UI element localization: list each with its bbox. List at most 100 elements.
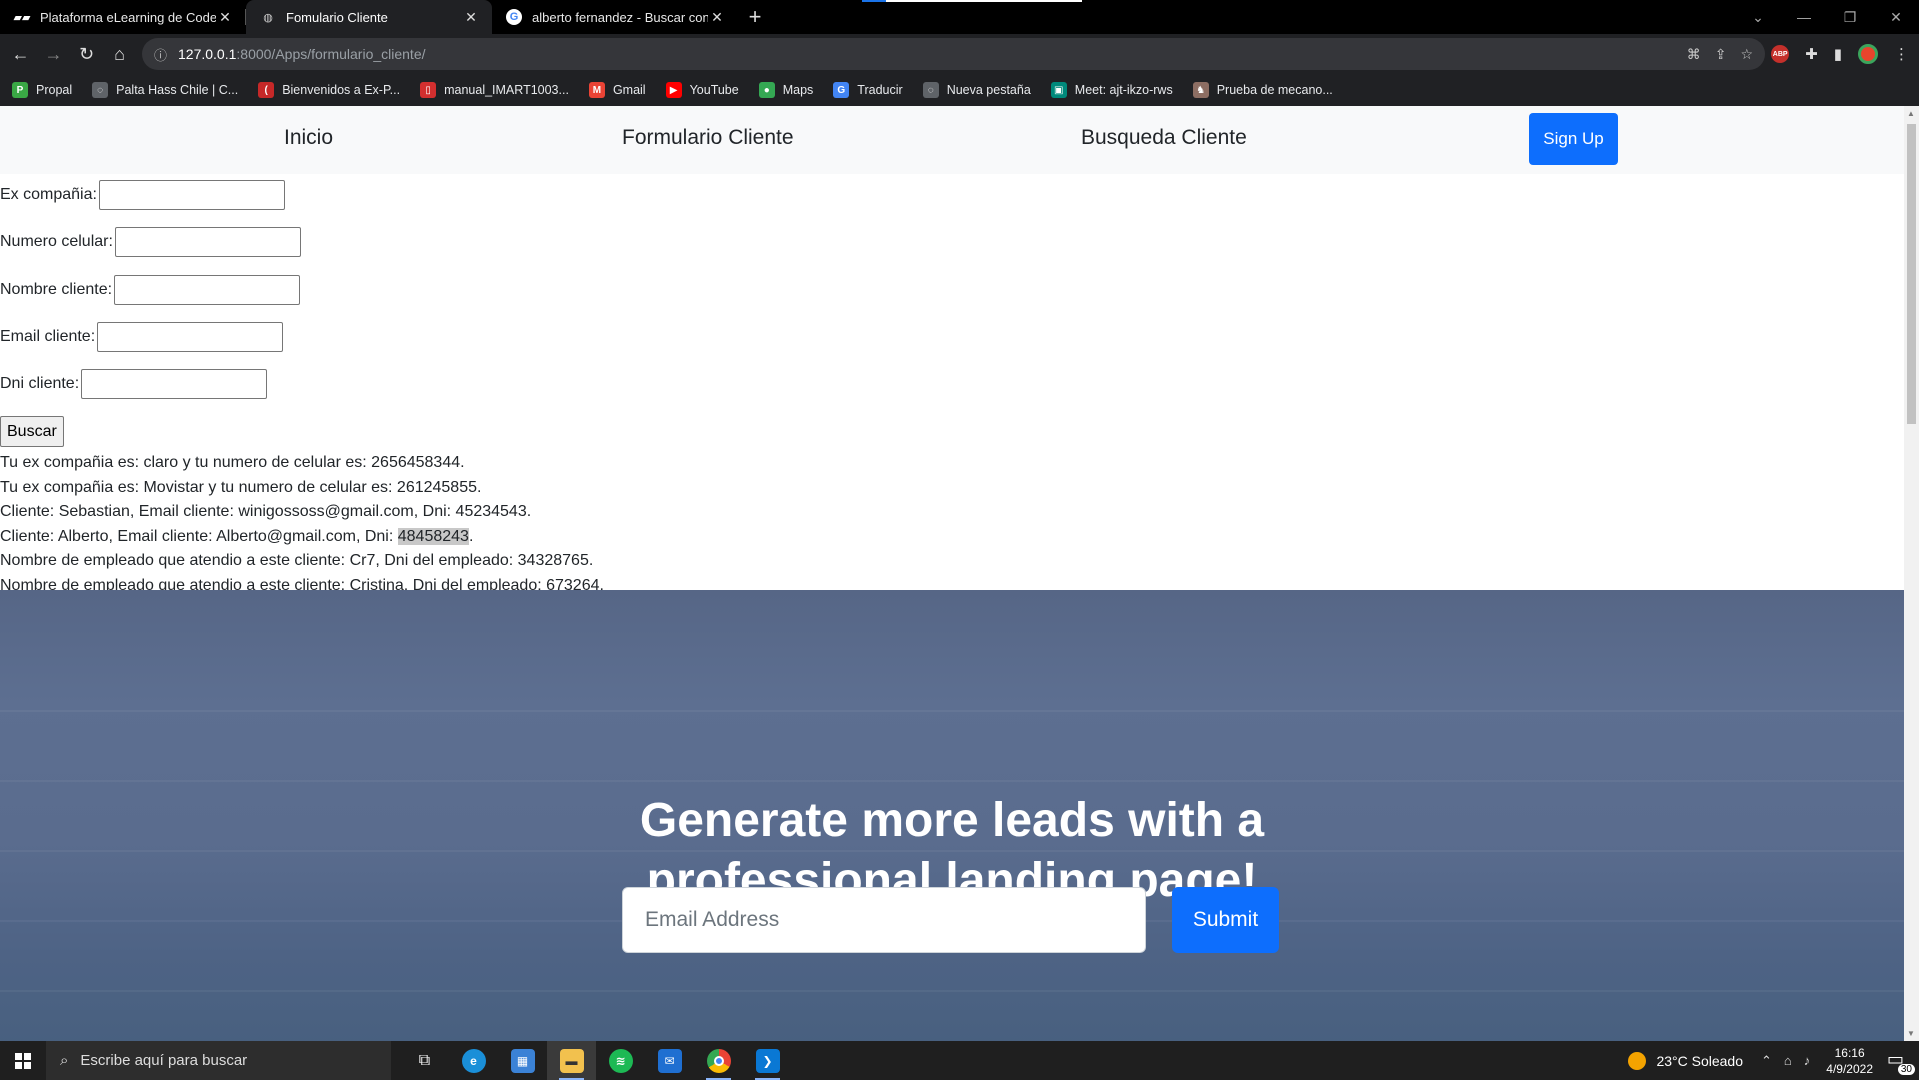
- field-label: Nombre cliente:: [0, 281, 113, 298]
- selected-dni-text: 48458243: [397, 527, 469, 545]
- reload-icon[interactable]: ↻: [70, 38, 103, 70]
- profile-avatar[interactable]: [1858, 44, 1878, 64]
- form-row-numero-celular: Numero celular:: [0, 227, 301, 257]
- bookmark-label: YouTube: [689, 83, 739, 97]
- translate-icon[interactable]: ⌘: [1687, 46, 1701, 63]
- system-tray: 23°C Soleado ⌃ ⌂ ♪ 16:16 4/9/2022 ▭ 30: [1628, 1041, 1919, 1080]
- file-explorer-icon[interactable]: ▬: [547, 1041, 596, 1080]
- start-button[interactable]: [0, 1041, 46, 1080]
- bookmark-item[interactable]: ▣ Meet: ajt-ikzo-rws: [1050, 82, 1173, 98]
- weather-text[interactable]: 23°C Soleado: [1656, 1053, 1743, 1069]
- nav-link-busqueda-cliente[interactable]: Busqueda Cliente: [1081, 126, 1247, 150]
- tab-formulario-cliente[interactable]: ◍ Fomulario Cliente ✕: [246, 0, 492, 34]
- bookmark-label: Nueva pestaña: [946, 83, 1031, 97]
- water-texture: [0, 710, 1904, 712]
- clock-date: 4/9/2022: [1826, 1061, 1873, 1076]
- chrome-icon[interactable]: [694, 1041, 743, 1080]
- search-icon: ⌕: [60, 1052, 69, 1069]
- tab-title: alberto fernandez - Buscar con Google: [532, 9, 708, 25]
- headline-line: Generate more leads with a: [639, 794, 1265, 847]
- taskbar-search-box[interactable]: ⌕ Escribe aquí para buscar: [46, 1041, 391, 1080]
- minimize-icon[interactable]: —: [1781, 9, 1827, 25]
- close-tab-icon[interactable]: ✕: [216, 9, 234, 26]
- buscar-button[interactable]: Buscar: [0, 416, 64, 447]
- email-address-input[interactable]: Email Address: [622, 887, 1146, 953]
- new-tab-button[interactable]: +: [738, 0, 772, 34]
- chevron-up-icon[interactable]: ⌃: [1761, 1053, 1772, 1069]
- email-cliente-input[interactable]: [97, 322, 284, 352]
- bookmark-favicon-icon: ◌: [92, 82, 109, 98]
- nav-link-formulario-cliente[interactable]: Formulario Cliente: [622, 126, 794, 150]
- bookmark-star-icon[interactable]: ☆: [1740, 46, 1753, 63]
- bookmark-item[interactable]: (Bienvenidos a Ex-P...: [258, 82, 400, 98]
- bookmark-item[interactable]: ● Maps: [758, 82, 813, 98]
- tab-google-search[interactable]: G alberto fernandez - Buscar con Google …: [492, 0, 738, 34]
- page-viewport: Inicio Formulario Cliente Busqueda Clien…: [0, 106, 1904, 1041]
- extensions-puzzle-icon[interactable]: ✚: [1805, 45, 1818, 63]
- back-icon[interactable]: ←: [4, 38, 37, 70]
- bookmark-item[interactable]: ▶ YouTube: [665, 82, 739, 98]
- bookmark-favicon-icon: ♞: [1192, 82, 1209, 98]
- sign-up-button[interactable]: Sign Up: [1529, 113, 1618, 165]
- form-row-nombre-cliente: Nombre cliente:: [0, 275, 301, 305]
- close-tab-icon[interactable]: ✕: [708, 9, 726, 26]
- bookmark-item[interactable]: M Gmail: [588, 82, 646, 98]
- task-view-icon[interactable]: ⧉: [400, 1041, 449, 1080]
- bookmark-item[interactable]: ▯ manual_IMART1003...: [420, 82, 569, 98]
- store-icon[interactable]: ▦: [498, 1041, 547, 1080]
- tab-search-icon[interactable]: ⌄: [1735, 9, 1781, 26]
- nav-link-inicio[interactable]: Inicio: [284, 126, 333, 150]
- result-line: Cliente: Sebastian, Email cliente: winig…: [0, 503, 532, 520]
- bookmark-item[interactable]: P Propal: [12, 82, 72, 98]
- bookmark-favicon-icon: ▶: [665, 82, 682, 98]
- bookmark-item[interactable]: ♞ Prueba de mecano...: [1192, 82, 1333, 98]
- side-panel-icon[interactable]: ▮: [1834, 45, 1842, 63]
- edge-icon[interactable]: e: [449, 1041, 498, 1080]
- forward-icon[interactable]: →: [37, 38, 70, 70]
- browser-toolbar: ← → ↻ ⌂ ⓘ 127.0.0.1:8000/Apps/formulario…: [0, 34, 1919, 74]
- spotify-icon[interactable]: ≋: [596, 1041, 645, 1080]
- volume-icon[interactable]: ♪: [1804, 1053, 1811, 1068]
- close-tab-icon[interactable]: ✕: [462, 9, 480, 26]
- home-icon[interactable]: ⌂: [103, 38, 136, 70]
- numero-celular-input[interactable]: [114, 227, 301, 257]
- network-icon[interactable]: ⌂: [1784, 1053, 1792, 1068]
- adblock-icon[interactable]: ABP: [1771, 45, 1790, 63]
- submit-button[interactable]: Submit: [1172, 887, 1279, 953]
- bookmark-item[interactable]: ◌ Nueva pestaña: [922, 82, 1031, 98]
- taskbar-search-placeholder: Escribe aquí para buscar: [80, 1052, 248, 1069]
- water-texture: [0, 990, 1904, 992]
- taskbar-apps: ⧉ e ▦ ▬ ≋ ✉ ❯: [400, 1041, 792, 1080]
- result-text: Cliente: Alberto, Email cliente: Alberto…: [0, 527, 398, 545]
- scrollbar-thumb[interactable]: [1907, 124, 1916, 424]
- address-bar[interactable]: ⓘ 127.0.0.1:8000/Apps/formulario_cliente…: [142, 38, 1765, 70]
- menu-kebab-icon[interactable]: ⋮: [1894, 45, 1909, 63]
- globe-icon: ◍: [263, 11, 273, 24]
- scroll-down-icon[interactable]: ▼: [1907, 1029, 1915, 1038]
- coderhouse-icon: ▰▰: [13, 11, 31, 24]
- nombre-cliente-input[interactable]: [114, 275, 301, 305]
- notifications-icon[interactable]: ▭ 30: [1887, 1049, 1915, 1075]
- bookmark-favicon-icon: ◌: [922, 82, 939, 98]
- bookmark-item[interactable]: ◌ Palta Hass Chile | C...: [92, 82, 238, 98]
- site-info-icon[interactable]: ⓘ: [154, 45, 174, 64]
- bookmark-label: Bienvenidos a Ex-P...: [282, 83, 401, 97]
- tab-coderhouse[interactable]: ▰▰ Plataforma eLearning de Coderhouse ✕: [0, 0, 246, 34]
- page-scrollbar[interactable]: ▲ ▼: [1904, 106, 1919, 1041]
- close-window-icon[interactable]: ✕: [1873, 9, 1919, 26]
- share-icon[interactable]: ⇪: [1715, 46, 1727, 63]
- vscode-icon[interactable]: ❯: [743, 1041, 792, 1080]
- form-row-ex-compania: Ex compañia:: [0, 180, 285, 210]
- ex-compania-input[interactable]: [98, 180, 285, 210]
- bookmark-favicon-icon: G: [833, 82, 850, 98]
- clock[interactable]: 16:16 4/9/2022: [1826, 1045, 1873, 1077]
- bookmarks-bar: P Propal ◌ Palta Hass Chile | C... (Bienveni…: [0, 74, 1919, 106]
- sun-weather-icon: [1628, 1051, 1647, 1070]
- restore-icon[interactable]: ❐: [1827, 9, 1873, 26]
- tab-drag-indicator-accent: [862, 0, 886, 2]
- tab-title: Fomulario Cliente: [286, 9, 388, 25]
- mail-icon[interactable]: ✉: [645, 1041, 694, 1080]
- dni-cliente-input[interactable]: [81, 369, 268, 399]
- scroll-up-icon[interactable]: ▲: [1907, 109, 1915, 118]
- bookmark-item[interactable]: G Traducir: [833, 82, 903, 98]
